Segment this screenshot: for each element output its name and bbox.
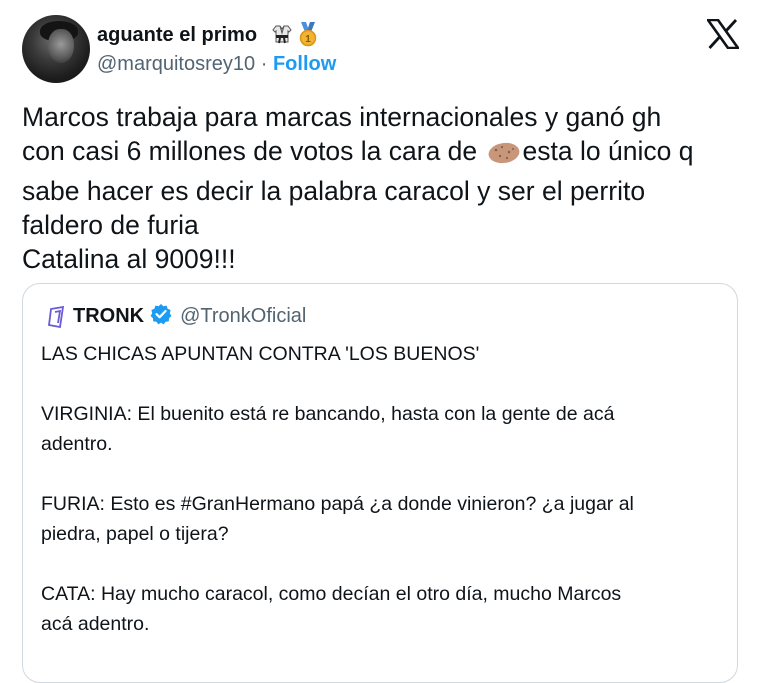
handle-separator: · [260, 53, 268, 75]
quoted-author-name[interactable]: TRONK [73, 305, 144, 328]
tweet-line-part: esta lo único q [522, 136, 694, 166]
martial-arts-uniform-icon [271, 23, 293, 45]
quoted-tweet-card[interactable]: TRONK @TronkOficial LAS CHICAS APUNTAN C… [22, 283, 738, 683]
author-handle-line: @marquitosrey10 · Follow [97, 53, 336, 76]
avatar-face [48, 29, 74, 63]
quoted-line: VIRGINIA: El buenito está re bancando, h… [41, 403, 615, 425]
quoted-line: piedra, papel o tijera? [41, 523, 229, 545]
medal-icon: 1 [297, 21, 319, 47]
quoted-line: FURIA: Esto es #GranHermano papá ¿a dond… [41, 493, 634, 515]
x-logo-icon[interactable] [705, 18, 741, 50]
quoted-line: LAS CHICAS APUNTAN CONTRA 'LOS BUENOS' [41, 343, 480, 365]
tweet-text: Marcos trabaja para marcas internacional… [22, 100, 757, 276]
author-handle[interactable]: @marquitosrey10 [97, 53, 255, 75]
author-badges: 1 [271, 21, 319, 47]
quoted-tweet-text: LAS CHICAS APUNTAN CONTRA 'LOS BUENOS' V… [41, 339, 721, 639]
tweet-line: sabe hacer es decir la palabra caracol y… [22, 176, 646, 206]
author-display-name[interactable]: aguante el primo [97, 24, 257, 47]
quoted-line: CATA: Hay mucho caracol, como decían el … [41, 583, 622, 605]
tweet-line: Catalina al 9009!!! [22, 244, 236, 274]
tweet-line-part: con casi 6 millones de votos la cara de [22, 136, 478, 166]
tweet-line: Marcos trabaja para marcas internacional… [22, 102, 662, 132]
quoted-line: acá adentro. [41, 613, 150, 635]
tweet-line: faldero de furia [22, 210, 199, 240]
quoted-author-handle[interactable]: @TronkOficial [180, 305, 306, 328]
quoted-line: adentro. [41, 433, 113, 455]
medal-number: 1 [305, 34, 311, 45]
author-avatar[interactable] [22, 15, 90, 83]
follow-button[interactable]: Follow [273, 53, 336, 75]
potato-icon [487, 140, 521, 174]
verified-badge-icon [150, 303, 172, 330]
tronk-logo-icon [47, 305, 67, 328]
tweet-line: con casi 6 millones de votos la cara de … [22, 134, 757, 174]
quoted-tweet-header: TRONK @TronkOficial [47, 303, 306, 330]
